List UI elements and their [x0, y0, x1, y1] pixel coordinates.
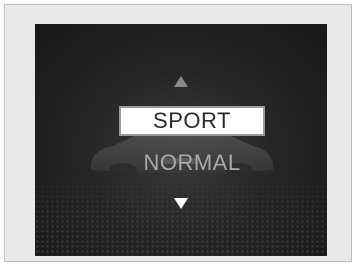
mode-option-selected[interactable]: SPORT: [119, 106, 265, 136]
scroll-down-arrow[interactable]: [35, 194, 327, 213]
floor-texture: [35, 174, 327, 256]
scroll-up-arrow[interactable]: [35, 72, 327, 91]
triangle-up-icon: [174, 76, 188, 87]
mode-option[interactable]: NORMAL: [119, 149, 265, 177]
figure-frame: SPORT NORMAL: [4, 4, 352, 262]
drive-mode-display: SPORT NORMAL: [35, 24, 327, 256]
mode-label: SPORT: [153, 108, 231, 133]
triangle-down-icon: [174, 198, 188, 209]
mode-label: NORMAL: [143, 150, 241, 175]
